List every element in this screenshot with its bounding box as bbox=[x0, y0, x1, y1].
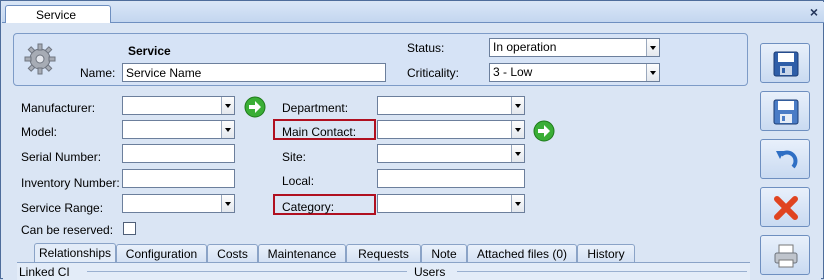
delete-icon bbox=[774, 196, 798, 220]
save-button[interactable] bbox=[760, 43, 810, 83]
service-range-label: Service Range: bbox=[21, 201, 104, 215]
main-contact-select[interactable] bbox=[377, 120, 525, 139]
chevron-down-icon[interactable] bbox=[221, 195, 234, 212]
department-select[interactable] bbox=[377, 96, 525, 115]
chevron-down-icon[interactable] bbox=[511, 145, 524, 162]
print-button[interactable] bbox=[760, 235, 810, 275]
tab-costs[interactable]: Costs bbox=[207, 244, 258, 262]
save-icon bbox=[773, 51, 799, 77]
close-icon[interactable]: × bbox=[810, 4, 818, 20]
undo-button[interactable] bbox=[760, 139, 810, 179]
manufacturer-select[interactable] bbox=[122, 96, 235, 115]
model-select[interactable] bbox=[122, 120, 235, 139]
serial-number-input[interactable] bbox=[122, 144, 235, 163]
main-contact-label: Main Contact: bbox=[282, 125, 357, 139]
tab-note[interactable]: Note bbox=[421, 244, 467, 262]
inventory-number-input[interactable] bbox=[122, 169, 235, 188]
tab-maintenance[interactable]: Maintenance bbox=[258, 244, 346, 262]
undo-icon bbox=[776, 150, 798, 169]
tab-attached-files[interactable]: Attached files (0) bbox=[467, 244, 577, 262]
serial-number-label: Serial Number: bbox=[21, 150, 102, 164]
save-as-icon bbox=[773, 99, 799, 125]
category-select[interactable] bbox=[377, 194, 525, 213]
local-input[interactable] bbox=[377, 169, 525, 188]
category-label: Category: bbox=[282, 200, 335, 214]
model-label: Model: bbox=[21, 125, 58, 139]
department-label: Department: bbox=[282, 101, 349, 115]
tab-configuration[interactable]: Configuration bbox=[116, 244, 207, 262]
chevron-down-icon[interactable] bbox=[646, 64, 659, 81]
gear-icon bbox=[24, 43, 56, 75]
inventory-number-label: Inventory Number: bbox=[21, 176, 120, 190]
criticality-select[interactable]: 3 - Low bbox=[489, 63, 660, 82]
criticality-label: Criticality: bbox=[407, 66, 460, 80]
chevron-down-icon[interactable] bbox=[511, 97, 524, 114]
site-select[interactable] bbox=[377, 144, 525, 163]
chevron-down-icon[interactable] bbox=[511, 195, 524, 212]
reservable-checkbox[interactable] bbox=[123, 222, 136, 235]
window-frame: Service Name × Service Name: Status: In … bbox=[0, 0, 824, 280]
go-arrow-icon[interactable] bbox=[533, 120, 555, 142]
divider bbox=[457, 271, 747, 272]
name-input[interactable] bbox=[122, 63, 386, 82]
status-value: In operation bbox=[493, 40, 557, 54]
go-arrow-icon[interactable] bbox=[244, 96, 266, 118]
site-label: Site: bbox=[282, 150, 307, 164]
tab-requests[interactable]: Requests bbox=[346, 244, 421, 262]
users-header: Users bbox=[414, 265, 446, 279]
status-label: Status: bbox=[407, 41, 445, 55]
chevron-down-icon[interactable] bbox=[511, 121, 524, 138]
criticality-value: 3 - Low bbox=[493, 65, 533, 79]
linked-ci-header: Linked CI bbox=[19, 265, 70, 279]
chevron-down-icon[interactable] bbox=[221, 121, 234, 138]
save-as-button[interactable] bbox=[760, 91, 810, 131]
section-title: Service bbox=[128, 44, 171, 58]
name-label: Name: bbox=[80, 66, 116, 80]
document-tab-strip: Service Name × bbox=[2, 2, 824, 36]
reservable-label: Can be reserved: bbox=[21, 223, 114, 237]
tab-content-area: Linked CI Users bbox=[17, 262, 750, 280]
local-label: Local: bbox=[282, 174, 315, 188]
chevron-down-icon[interactable] bbox=[646, 39, 659, 56]
content-area: Service Name: Status: In operation Criti… bbox=[3, 23, 821, 280]
delete-button[interactable] bbox=[760, 187, 810, 227]
divider bbox=[87, 271, 407, 272]
chevron-down-icon[interactable] bbox=[221, 97, 234, 114]
tab-relationships[interactable]: Relationships bbox=[34, 243, 116, 262]
service-range-select[interactable] bbox=[122, 194, 235, 213]
status-select[interactable]: In operation bbox=[489, 38, 660, 57]
document-tab[interactable]: Service Name bbox=[5, 5, 111, 36]
print-icon bbox=[774, 244, 798, 268]
tab-history[interactable]: History bbox=[577, 244, 635, 262]
manufacturer-label: Manufacturer: bbox=[21, 101, 96, 115]
